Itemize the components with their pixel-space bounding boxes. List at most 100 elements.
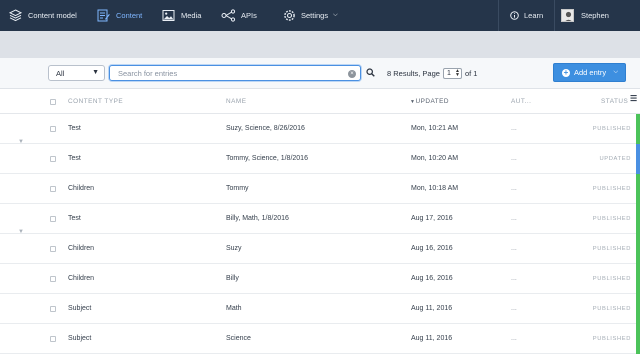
expand-caret-icon[interactable]: ▼ [18, 229, 24, 235]
nav-content[interactable]: Content [97, 0, 142, 31]
header-updated-label: Updated [415, 98, 450, 105]
cell-name: Science [226, 335, 251, 342]
cell-updated: Aug 16, 2016 [411, 275, 453, 282]
status-indicator-bar [636, 294, 640, 324]
cell-name: Tommy, Science, 1/8/2016 [226, 155, 308, 162]
cell-content-type: Test [68, 215, 81, 222]
nav-content-label: Content [116, 11, 143, 20]
cell-author: ... [511, 125, 517, 132]
header-updated[interactable]: ▼Updated [410, 90, 449, 114]
info-icon [510, 11, 519, 20]
nav-settings-label: Settings [301, 11, 329, 20]
row-checkbox[interactable] [50, 156, 56, 162]
table-row[interactable]: Test Billy, Math, 1/8/2016 Aug 17, 2016...… [0, 204, 640, 234]
cell-author: ... [511, 305, 517, 312]
layers-icon [9, 9, 22, 22]
status-indicator-bar [636, 264, 640, 294]
status-badge: Published [592, 306, 631, 312]
select-all-checkbox[interactable] [50, 99, 56, 105]
cell-name: Suzy, Science, 8/26/2016 [226, 125, 305, 132]
header-name[interactable]: Name [226, 90, 246, 114]
cell-updated: Mon, 10:20 AM [411, 155, 459, 162]
row-checkbox[interactable] [50, 306, 56, 312]
nav-divider [554, 0, 555, 31]
image-icon [162, 9, 175, 22]
status-badge: Published [592, 216, 631, 222]
cell-content-type: Children [68, 275, 95, 282]
nav-apis-label: APIs [241, 11, 257, 20]
search-box[interactable]: × [109, 65, 361, 81]
cell-updated: Mon, 10:18 AM [411, 185, 459, 192]
table-row[interactable]: Children Tommy Mon, 10:18 AM... Published [0, 174, 640, 204]
table-row[interactable]: Subject Math Aug 11, 2016... Published [0, 294, 640, 324]
gear-icon [283, 9, 296, 22]
cell-content-type: Children [68, 245, 95, 252]
cell-author: ... [511, 335, 517, 342]
header-content-type[interactable]: Content Type [68, 90, 123, 114]
row-checkbox[interactable] [50, 276, 56, 282]
nav-content-model-label: Content model [28, 11, 77, 20]
status-indicator-bar [636, 204, 640, 234]
cell-author: ... [511, 245, 517, 252]
column-settings-icon[interactable]: ☰ [630, 94, 637, 103]
status-badge: Published [592, 336, 631, 342]
row-checkbox[interactable] [50, 216, 56, 222]
content-type-filter[interactable]: All ▼ [48, 65, 105, 81]
search-input[interactable] [118, 68, 343, 78]
api-nodes-icon [221, 9, 236, 22]
results-count: 8 Results, Page [387, 68, 440, 78]
user-menu[interactable]: Stephen [561, 0, 609, 31]
row-checkbox[interactable] [50, 246, 56, 252]
table-row[interactable]: ▼ Test Tommy, Science, 1/8/2016 Mon, 10:20 … [0, 139, 640, 174]
cell-content-type: Children [68, 185, 95, 192]
table-row[interactable]: ▼ Children Suzy Aug 16, 2016... Published [0, 229, 640, 264]
avatar [561, 9, 574, 22]
status-badge: Published [592, 186, 631, 192]
nav-learn[interactable]: Learn [510, 0, 543, 31]
cell-name: Suzy [226, 245, 242, 252]
row-checkbox[interactable] [50, 126, 56, 132]
status-indicator-bar [636, 114, 640, 144]
stepper-arrows-icon: ▲ ▼ [455, 67, 460, 78]
expand-caret-icon[interactable]: ▼ [18, 139, 24, 145]
cell-author: ... [511, 155, 517, 162]
nav-divider [498, 0, 499, 31]
page-total: of 1 [464, 68, 478, 78]
cell-updated: Mon, 10:21 AM [411, 125, 459, 132]
nav-apis[interactable]: APIs [221, 0, 257, 31]
add-entry-button[interactable]: + Add entry ⌵ [553, 63, 626, 82]
status-badge: Published [592, 276, 631, 282]
row-checkbox[interactable] [50, 336, 56, 342]
top-navigation-bar: Content model Content Media APIs Setting… [0, 0, 640, 31]
cell-name: Billy [226, 275, 239, 282]
status-indicator-bar [636, 324, 640, 354]
nav-learn-label: Learn [524, 11, 544, 20]
cell-content-type: Subject [68, 335, 92, 342]
status-indicator-bar [636, 234, 640, 264]
page-number: 1 [446, 69, 451, 77]
status-indicator-bar [636, 144, 640, 174]
cell-author: ... [511, 185, 517, 192]
page-banner [0, 31, 640, 58]
cell-author: ... [511, 275, 517, 282]
page-stepper[interactable]: 1 ▲ ▼ [442, 67, 462, 79]
entries-toolbar: All ▼ × 8 Results, Page 1 ▲▼ of 1 + Add … [0, 58, 640, 89]
chevron-down-icon: ⌵ [613, 69, 618, 75]
status-badge: Published [592, 126, 631, 132]
chevron-down-icon: ⌵ [333, 12, 338, 18]
chevron-down-icon: ▼ [92, 69, 99, 76]
table-row[interactable]: Children Billy Aug 16, 2016... Published [0, 264, 640, 294]
cell-name: Billy, Math, 1/8/2016 [226, 215, 289, 222]
table-row[interactable]: Subject Science Aug 11, 2016... Published [0, 324, 640, 354]
nav-settings[interactable]: Settings ⌵ [283, 0, 338, 31]
cell-author: ... [511, 215, 517, 222]
header-author[interactable]: Aut... [511, 90, 531, 114]
add-entry-label: Add entry [574, 68, 607, 77]
nav-content-model[interactable]: Content model [9, 0, 77, 31]
nav-media[interactable]: Media [162, 0, 201, 31]
search-button[interactable] [363, 65, 378, 81]
row-checkbox[interactable] [50, 186, 56, 192]
table-row[interactable]: Test Suzy, Science, 8/26/2016 Mon, 10:21 A… [0, 114, 640, 144]
clear-search-icon[interactable]: × [348, 69, 356, 78]
header-status[interactable]: Status [601, 90, 628, 114]
